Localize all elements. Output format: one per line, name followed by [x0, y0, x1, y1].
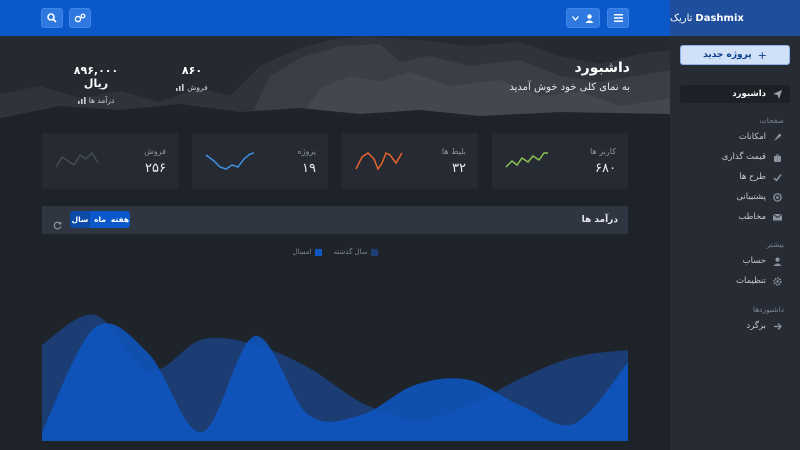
sidebar-item-label: طرح ها — [739, 172, 766, 182]
page-title: داشبورد — [574, 60, 631, 76]
sidebar-section-pages: صفحات — [759, 116, 784, 125]
sidebar: Dashmix تاریک + پروژه جدید داشبورد صفحات… — [670, 0, 800, 450]
sidebar-item-label: امکانات — [738, 132, 766, 142]
sidebar-item-dashboard[interactable]: داشبورد — [680, 85, 790, 103]
sparkline-sales — [55, 151, 99, 168]
user-icon — [772, 256, 782, 266]
hero-stat-caption: درآمد ها — [60, 96, 132, 105]
sparkline-users — [505, 152, 548, 168]
sidebar-item-label: قیمت گذاری — [721, 152, 766, 162]
sparkline-tickets — [355, 151, 403, 171]
sidebar-item-label: مخاطب — [738, 212, 766, 222]
stat-card-sales[interactable]: فروش ۲۵۶ — [42, 133, 178, 189]
sidebar-item-plans[interactable]: طرح ها — [680, 168, 790, 186]
legend-label: امسال — [292, 248, 312, 256]
cogs-icon — [74, 13, 86, 23]
chevron-down-icon — [572, 15, 579, 21]
sidebar-item-back[interactable]: برگرد — [680, 317, 790, 335]
legend-label: سال گذشته — [333, 248, 368, 256]
refresh-icon — [53, 221, 62, 230]
bar-chart-icon — [77, 97, 86, 104]
earnings-area-chart — [42, 314, 628, 441]
sidebar-item-settings[interactable]: تنظیمات — [680, 272, 790, 290]
arrow-back-icon — [772, 321, 782, 331]
sidebar-item-contact[interactable]: مخاطب — [680, 208, 790, 226]
hero-stat-label: فروش — [187, 83, 208, 92]
new-project-label: پروژه جدید — [703, 50, 752, 60]
sidebar-item-label: برگرد — [746, 321, 766, 331]
stat-card-value: ۱۹ — [302, 161, 316, 176]
sparkline-projects — [205, 152, 255, 170]
stat-card-value: ۶۸۰ — [595, 161, 616, 176]
support-icon — [772, 192, 782, 202]
sidebar-item-label: حساب — [742, 256, 766, 266]
brand-suffix: تاریک — [670, 12, 693, 24]
tab-month[interactable]: ماه — [90, 211, 110, 228]
sidebar-section-dashboards: داشبوردها — [752, 305, 784, 314]
stat-card-label: کاربر ها — [590, 147, 616, 156]
tab-week[interactable]: هفته — [110, 211, 130, 228]
settings-button[interactable] — [69, 8, 91, 28]
plus-icon: + — [757, 48, 767, 62]
sidebar-item-account[interactable]: حساب — [680, 252, 790, 270]
envelope-icon — [772, 212, 782, 222]
hero-stat-revenue[interactable]: ۸۹۶,۰۰۰ ریال درآمد ها — [60, 64, 132, 105]
search-icon — [47, 13, 57, 23]
stat-card-label: فروش — [144, 147, 166, 156]
hero-stat-label: درآمد ها — [88, 96, 115, 105]
stat-card-value: ۲۵۶ — [145, 161, 166, 176]
sidebar-item-label: تنظیمات — [736, 276, 766, 286]
paper-plane-icon — [772, 89, 782, 99]
brand-name: Dashmix — [695, 12, 744, 24]
rocket-icon — [772, 132, 782, 142]
stat-card-value: ۳۲ — [452, 161, 466, 176]
sidebar-section-more: بیشتر — [766, 240, 784, 249]
menu-icon — [613, 14, 623, 22]
earnings-panel-title: درآمد ها — [581, 215, 618, 225]
sidebar-item-support[interactable]: پشتیبانی — [680, 188, 790, 206]
page-subtitle: به نمای کلی خود خوش آمدید — [509, 82, 630, 93]
sidebar-item-features[interactable]: امکانات — [680, 128, 790, 146]
brand-logo[interactable]: Dashmix تاریک — [670, 0, 800, 36]
hero-stat-value: ۸۶۰ — [181, 64, 203, 77]
hero-banner: داشبورد به نمای کلی خود خوش آمدید ۸۹۶,۰۰… — [0, 36, 670, 118]
chart-legend: سال گذشته امسال — [42, 248, 628, 256]
bag-icon — [772, 152, 782, 162]
bar-chart-icon — [176, 84, 184, 91]
user-dropdown-button[interactable] — [566, 8, 600, 28]
menu-button[interactable] — [607, 8, 629, 28]
hero-stat-caption: فروش — [170, 83, 214, 92]
cog-icon — [772, 276, 782, 286]
legend-swatch — [370, 248, 378, 256]
earnings-panel: درآمد ها هفته ماه سال سال گذشته امسال — [42, 206, 628, 441]
refresh-button[interactable] — [53, 215, 62, 234]
app-window: Dashmix تاریک + پروژه جدید داشبورد صفحات… — [0, 0, 800, 450]
top-header — [0, 0, 670, 36]
stat-card-users[interactable]: کاربر ها ۶۸۰ — [492, 133, 628, 189]
stat-card-projects[interactable]: پروژه ۱۹ — [192, 133, 328, 189]
tab-year[interactable]: سال — [70, 211, 90, 228]
stat-card-tickets[interactable]: بلیط ها ۳۲ — [342, 133, 478, 189]
period-selector: هفته ماه سال — [70, 211, 130, 228]
legend-swatch — [314, 248, 322, 256]
sidebar-item-label: پشتیبانی — [736, 192, 766, 202]
new-project-button[interactable]: + پروژه جدید — [680, 45, 790, 65]
earnings-panel-header: درآمد ها هفته ماه سال — [42, 206, 628, 234]
sidebar-item-label: داشبورد — [732, 89, 766, 99]
search-button[interactable] — [41, 8, 63, 28]
legend-item: امسال — [292, 248, 322, 256]
hero-stat-value: ۸۹۶,۰۰۰ ریال — [73, 64, 119, 90]
user-icon — [585, 13, 594, 23]
sidebar-item-pricing[interactable]: قیمت گذاری — [680, 148, 790, 166]
hero-stat-sales[interactable]: ۸۶۰ فروش — [170, 64, 214, 92]
check-icon — [772, 172, 782, 182]
stat-card-label: بلیط ها — [441, 147, 466, 156]
stat-card-label: پروژه — [297, 147, 316, 156]
legend-item: سال گذشته — [334, 248, 378, 256]
